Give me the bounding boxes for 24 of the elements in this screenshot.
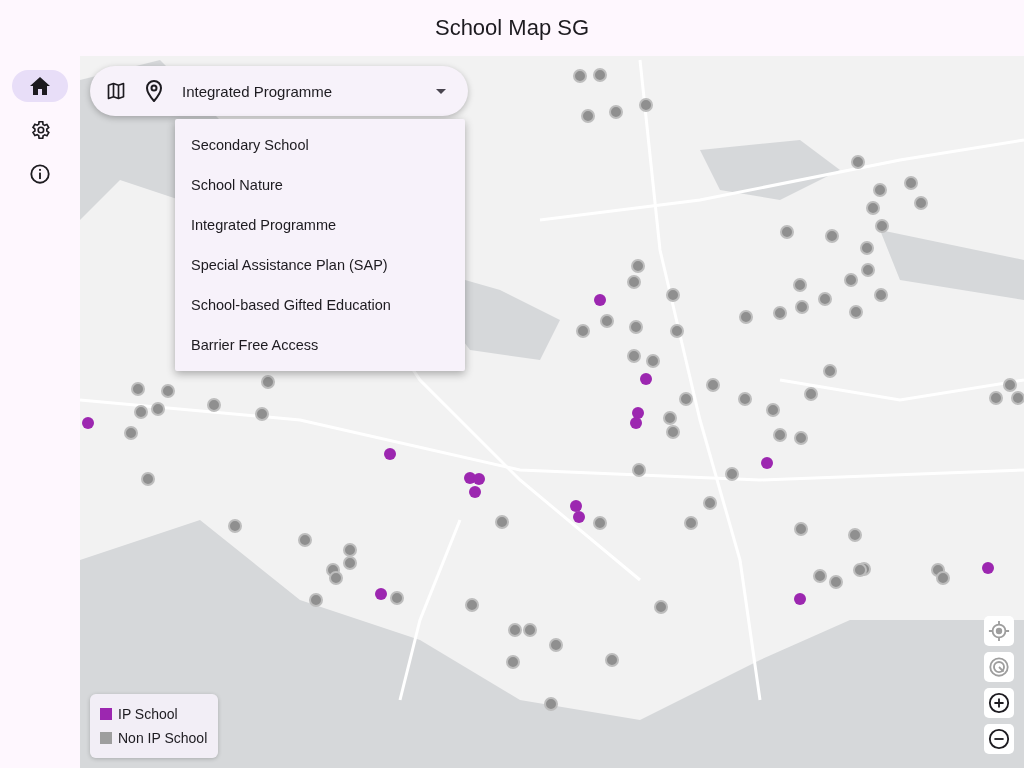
info-icon <box>29 163 51 185</box>
zoom-out-icon <box>988 728 1010 750</box>
zoom-in-button[interactable] <box>984 688 1014 718</box>
selected-filter-text: Integrated Programme <box>182 82 334 100</box>
menu-item[interactable]: Integrated Programme <box>175 205 465 245</box>
crosshair-icon <box>988 620 1010 642</box>
location-pin-icon[interactable] <box>146 80 162 102</box>
settings-icon <box>29 119 51 141</box>
zoom-in-icon <box>988 692 1010 714</box>
dropdown-caret-icon[interactable] <box>436 88 446 94</box>
spiral-icon <box>988 656 1010 678</box>
menu-item[interactable]: Special Assistance Plan (SAP) <box>175 245 465 285</box>
menu-item[interactable]: School-based Gifted Education <box>175 285 465 325</box>
menu-item[interactable]: School Nature <box>175 165 465 205</box>
legend-label: IP School <box>118 706 178 722</box>
map-icon[interactable] <box>106 81 126 101</box>
menu-item[interactable]: Secondary School <box>175 125 465 165</box>
legend-label: Non IP School <box>118 730 208 746</box>
zoom-out-button[interactable] <box>984 724 1014 754</box>
home-nav-button[interactable] <box>12 70 68 102</box>
app-title: School Map SG <box>434 15 590 41</box>
menu-item[interactable]: Barrier Free Access <box>175 325 465 365</box>
home-icon <box>30 77 50 95</box>
search-bar[interactable]: Integrated Programme <box>90 66 468 116</box>
